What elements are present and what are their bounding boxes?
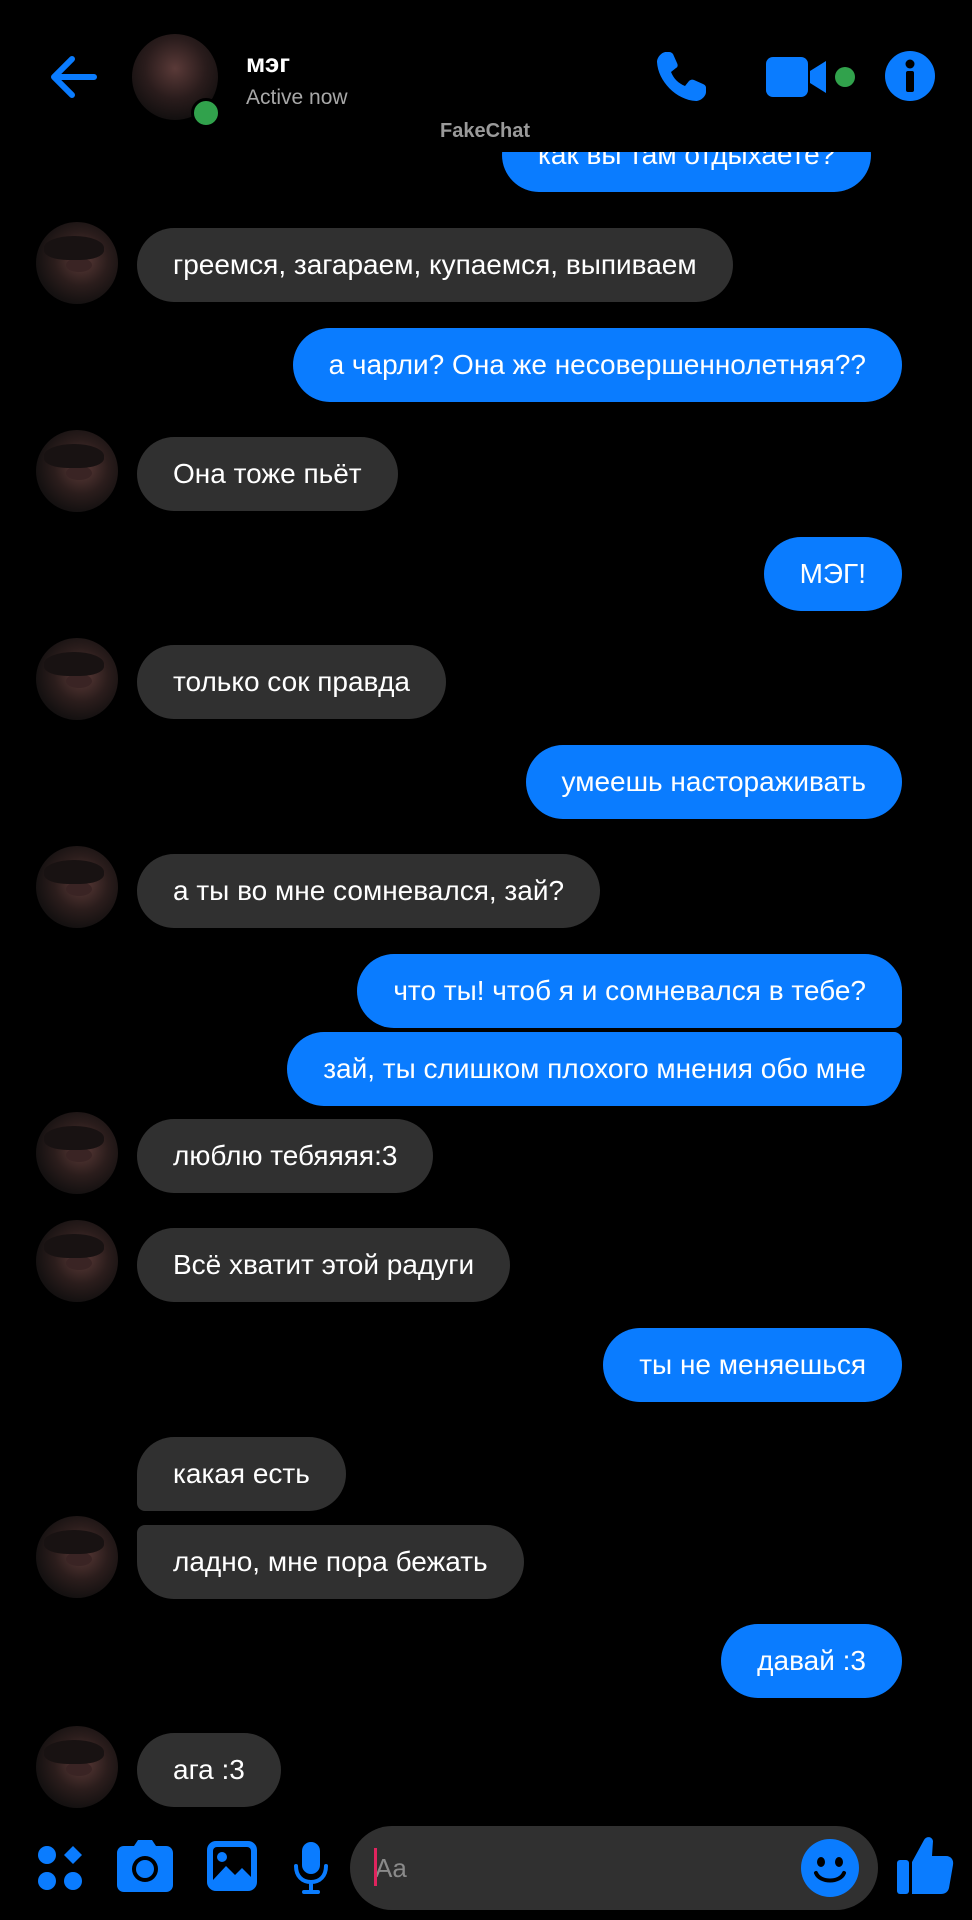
message-bubble-outgoing[interactable]: МЭГ! <box>763 537 902 611</box>
camera-icon[interactable] <box>116 1838 174 1894</box>
contact-avatar[interactable] <box>36 222 118 304</box>
phone-icon[interactable] <box>652 48 710 106</box>
message-bubble-outgoing[interactable]: а чарли? Она же несовершеннолетняя?? <box>292 328 902 402</box>
contact-avatar[interactable] <box>36 1220 118 1302</box>
message-bubble-incoming[interactable]: Она тоже пьёт <box>137 437 398 511</box>
contact-avatar[interactable] <box>36 430 118 512</box>
contact-avatar[interactable] <box>36 1112 118 1194</box>
message-bubble-incoming[interactable]: ладно, мне пора бежать <box>137 1525 524 1599</box>
message-bubble-outgoing[interactable]: зай, ты слишком плохого мнения обо мне <box>287 1032 902 1106</box>
message-bubble-outgoing[interactable]: давай :3 <box>721 1624 902 1698</box>
message-bubble-incoming[interactable]: люблю тебяяяя:3 <box>137 1119 434 1193</box>
message-bubble-incoming[interactable]: Всё хватит этой радуги <box>137 1228 511 1302</box>
thumbs-up-icon[interactable] <box>896 1834 954 1896</box>
message-bubble-incoming[interactable]: ага :3 <box>137 1733 281 1807</box>
microphone-icon[interactable] <box>292 1840 330 1896</box>
message-bubble-outgoing[interactable]: что ты! чтоб я и сомневался в тебе? <box>357 954 902 1028</box>
contact-name[interactable]: мэг <box>246 48 290 79</box>
contact-avatar[interactable] <box>36 846 118 928</box>
emoji-icon[interactable] <box>800 1838 860 1898</box>
message-input[interactable] <box>375 1850 795 1886</box>
contact-avatar[interactable] <box>36 1516 118 1598</box>
message-bubble-outgoing[interactable]: ты не меняешься <box>603 1328 902 1402</box>
back-arrow-icon[interactable] <box>46 50 100 104</box>
contact-avatar[interactable] <box>36 638 118 720</box>
message-bubble-incoming[interactable]: какая есть <box>137 1437 346 1511</box>
message-bubble-incoming[interactable]: греемся, загараем, купаемся, выпиваем <box>137 228 733 302</box>
watermark: FakeChat <box>440 120 531 142</box>
apps-grid-icon[interactable] <box>36 1844 84 1892</box>
video-camera-icon[interactable] <box>764 54 860 100</box>
contact-status: Active now <box>246 86 348 109</box>
info-icon[interactable] <box>884 50 936 102</box>
message-bubble-incoming[interactable]: а ты во мне сомневался, зай? <box>137 854 601 928</box>
text-cursor <box>374 1848 377 1886</box>
gallery-image-icon[interactable] <box>206 1840 258 1892</box>
online-indicator <box>191 98 221 128</box>
message-bubble-outgoing[interactable]: умеешь настораживать <box>525 745 902 819</box>
message-bubble-incoming[interactable]: только сок правда <box>137 645 447 719</box>
contact-avatar[interactable] <box>36 1726 118 1808</box>
